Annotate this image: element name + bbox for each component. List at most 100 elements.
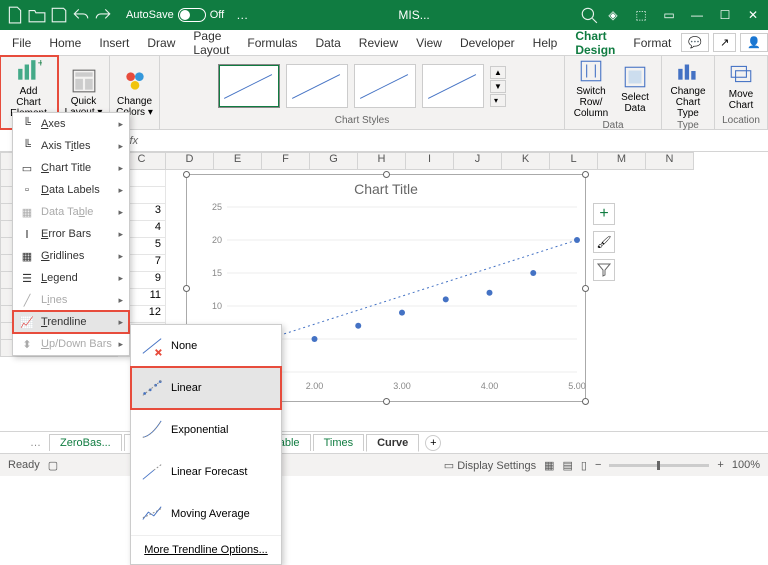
qat-overflow-icon[interactable]: … [236,8,248,22]
menu-home[interactable]: Home [41,32,89,54]
undo-icon[interactable] [72,6,90,24]
redo-icon[interactable] [94,6,112,24]
search-icon[interactable] [580,6,598,24]
normal-view-icon[interactable]: ▦ [544,459,554,472]
gallery-down-icon[interactable]: ▼ [490,80,506,93]
column-header[interactable]: K [502,152,550,170]
change-chart-type-button[interactable]: Change Chart Type [668,58,708,119]
comments-button[interactable]: 💬 [681,33,709,52]
ribbon-options-icon[interactable]: ⬚ [632,6,650,24]
display-settings-button[interactable]: ▭ Display Settings [444,459,536,472]
menu-axes[interactable]: ╚Axes▸ [13,113,129,135]
new-file-icon[interactable] [6,6,24,24]
minimize-icon[interactable]: ▭ [660,6,678,24]
data-table-icon: ▦ [19,205,35,219]
page-layout-view-icon[interactable]: ▤ [563,459,573,472]
menu-data[interactable]: Data [307,32,348,54]
more-trendline-options[interactable]: More Trendline Options... [131,535,281,564]
change-colors-button[interactable]: Change Colors ▾ [115,68,155,118]
page-break-view-icon[interactable]: ▯ [581,459,587,472]
trendline-none[interactable]: None [131,325,281,367]
svg-text:2.00: 2.00 [306,381,324,391]
tab-zerobase[interactable]: ZeroBas... [49,434,122,451]
menu-developer[interactable]: Developer [452,32,523,54]
diamond-icon[interactable]: ◈ [604,6,622,24]
close-button[interactable]: ✕ [744,6,762,24]
menu-trendline[interactable]: 📈Trendline▸ [13,311,129,333]
column-header[interactable]: G [310,152,358,170]
exponential-icon [141,419,163,441]
column-header[interactable]: E [214,152,262,170]
menu-insert[interactable]: Insert [91,32,137,54]
column-header[interactable]: M [598,152,646,170]
menu-axis-titles[interactable]: ╚Axis Titles▸ [13,135,129,157]
autosave-toggle[interactable]: AutoSave Off [126,8,224,22]
trendline-exponential[interactable]: Exponential [131,409,281,451]
menu-error-bars[interactable]: ⅠError Bars▸ [13,223,129,245]
chart-styles-gallery[interactable]: ▲ ▼ ▾ [218,58,506,114]
move-chart-button[interactable]: Move Chart [721,61,761,111]
column-header[interactable]: N [646,152,694,170]
trendline-linear[interactable]: Linear [131,367,281,409]
menu-legend[interactable]: ☰Legend▸ [13,267,129,289]
style-thumb[interactable] [354,64,416,108]
menu-data-table: ▦Data Table▸ [13,201,129,223]
updown-icon: ⬍ [19,337,35,351]
style-thumb[interactable] [218,64,280,108]
share-button[interactable]: ↗ [713,33,736,52]
menu-data-labels[interactable]: ▫Data Labels▸ [13,179,129,201]
chart-title[interactable]: Chart Title [187,175,585,197]
menu-help[interactable]: Help [525,32,566,54]
trendline-linear-forecast[interactable]: Linear Forecast [131,451,281,493]
zoom-out-icon[interactable]: − [595,459,601,471]
toggle-off-icon[interactable] [178,8,206,22]
gridlines-icon: ▦ [19,249,35,263]
palette-icon [122,68,148,94]
menu-chart-title[interactable]: ▭Chart Title▸ [13,157,129,179]
menu-format[interactable]: Format [625,32,679,54]
column-header[interactable]: H [358,152,406,170]
quick-layout-button[interactable]: Quick Layout ▾ [64,68,104,118]
trendline-moving-average[interactable]: Moving Average [131,493,281,535]
switch-row-col-button[interactable]: Switch Row/ Column [571,58,611,119]
open-icon[interactable] [28,6,46,24]
tab-times[interactable]: Times [313,434,365,451]
tab-curve[interactable]: Curve [366,434,419,452]
zoom-slider[interactable] [609,464,709,467]
maximize-button[interactable]: ☐ [716,6,734,24]
menu-file[interactable]: File [4,32,39,54]
chart-elements-icon[interactable]: + [593,203,615,225]
chart-filter-icon[interactable] [593,259,615,281]
axis-title-icon: ╚ [19,139,35,153]
data-label-icon: ▫ [19,183,35,197]
gallery-up-icon[interactable]: ▲ [490,66,506,79]
menu-updown-bars: ⬍Up/Down Bars▸ [13,333,129,355]
save-icon[interactable] [50,6,68,24]
column-header[interactable]: D [166,152,214,170]
zoom-level[interactable]: 100% [732,459,760,471]
column-header[interactable]: J [454,152,502,170]
minimize-button[interactable]: — [688,6,706,24]
gallery-more-icon[interactable]: ▾ [490,94,506,107]
new-sheet-icon[interactable]: + [425,435,441,451]
analyze-button[interactable]: 👤 [740,33,768,52]
svg-text:4.00: 4.00 [481,381,499,391]
column-header[interactable]: L [550,152,598,170]
column-header[interactable]: F [262,152,310,170]
menu-draw[interactable]: Draw [139,32,183,54]
column-header[interactable]: I [406,152,454,170]
menu-formulas[interactable]: Formulas [239,32,305,54]
menu-gridlines[interactable]: ▦Gridlines▸ [13,245,129,267]
chart-styles-icon[interactable]: 🖌 [593,231,615,253]
zoom-in-icon[interactable]: + [717,459,723,471]
menu-view[interactable]: View [408,32,450,54]
chart-element-icon: + [16,58,42,84]
select-data-icon [622,64,648,90]
menu-review[interactable]: Review [351,32,406,54]
macro-record-icon[interactable]: ▢ [48,459,58,472]
style-thumb[interactable] [422,64,484,108]
sheet-scroll-left-icon[interactable]: … [30,437,41,449]
menu-bar: File Home Insert Draw Page Layout Formul… [0,30,768,56]
select-data-button[interactable]: Select Data [615,64,655,114]
style-thumb[interactable] [286,64,348,108]
